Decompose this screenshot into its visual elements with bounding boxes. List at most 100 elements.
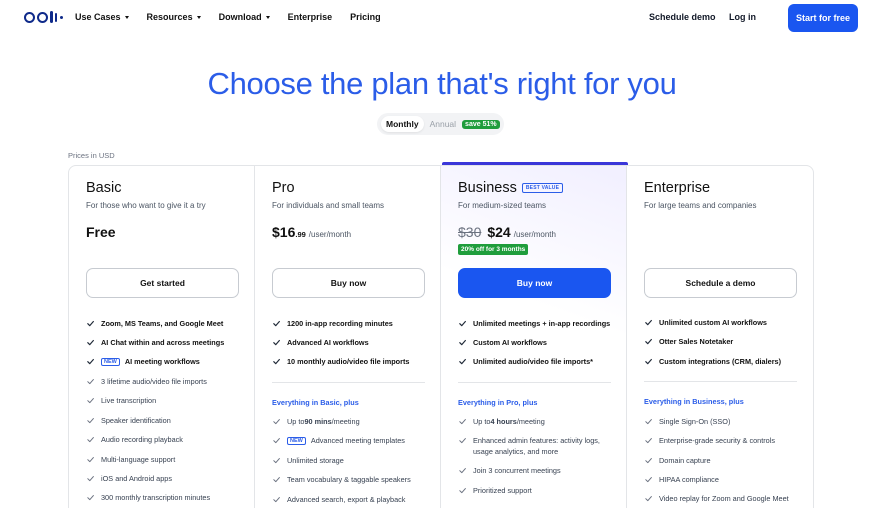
prices-note: Prices in USD	[68, 151, 115, 160]
feature-item: NEW AI meeting workflows	[86, 357, 200, 366]
plan-card-business: Business BEST VALUE For medium-sized team…	[441, 166, 627, 508]
plan-desc: For large teams and companies	[644, 201, 757, 210]
plan-desc: For medium-sized teams	[458, 201, 547, 210]
check-icon	[86, 396, 95, 405]
feature-item: Advanced search, export & playback	[272, 495, 405, 504]
new-badge: NEW	[101, 357, 120, 366]
plan-card-pro: Pro For individuals and small teams $16.…	[255, 166, 441, 508]
feature-item: Prioritized support	[458, 486, 532, 495]
feature-item: Single Sign-On (SSO)	[644, 417, 730, 426]
feature-item: Custom integrations (CRM, dialers)	[644, 357, 781, 366]
check-icon	[458, 417, 467, 426]
toggle-monthly[interactable]: Monthly	[381, 116, 424, 132]
plan-card-basic: Basic For those who want to give it a tr…	[69, 166, 255, 508]
check-icon	[644, 475, 653, 484]
feature-item: NEW Advanced meeting templates	[272, 436, 405, 445]
check-icon	[86, 474, 95, 483]
save-badge: save 51%	[462, 119, 500, 129]
best-value-badge: BEST VALUE	[521, 183, 564, 193]
feature-item: Domain capture	[644, 456, 711, 465]
new-badge: NEW	[287, 436, 306, 445]
billing-toggle[interactable]: Monthly Annual save 51%	[377, 113, 504, 135]
check-icon	[272, 357, 281, 366]
schedule-demo-link[interactable]: Schedule demo	[649, 12, 716, 22]
top-nav: Use Cases Resources Download Enterprise …	[0, 0, 884, 36]
feature-item: Team vocabulary & taggable speakers	[272, 475, 411, 484]
buy-now-button[interactable]: Buy now	[458, 268, 611, 298]
chevron-down-icon	[265, 15, 270, 19]
page-title: Choose the plan that's right for you	[207, 66, 677, 101]
check-icon	[86, 319, 95, 328]
plan-name: Enterprise	[644, 180, 711, 196]
log-in-link[interactable]: Log in	[729, 12, 756, 22]
plan-name: Basic	[86, 180, 122, 196]
toggle-annual[interactable]: Annual	[428, 119, 458, 129]
check-icon	[86, 338, 95, 347]
check-icon	[644, 436, 653, 445]
section-heading: Everything in Business, plus	[644, 397, 744, 406]
check-icon	[86, 377, 95, 386]
check-icon	[458, 466, 467, 475]
plan-price: Free	[86, 224, 116, 240]
check-icon	[458, 357, 467, 366]
check-icon	[644, 318, 653, 327]
nav-menu: Use Cases Resources Download Enterprise …	[75, 12, 399, 22]
check-icon	[644, 494, 653, 503]
feature-item: Otter Sales Notetaker	[644, 337, 733, 346]
check-icon	[86, 416, 95, 425]
section-heading: Everything in Basic, plus	[272, 398, 359, 407]
plan-price: $30 $24/user/month	[458, 224, 556, 240]
buy-now-button[interactable]: Buy now	[272, 268, 425, 298]
nav-pricing[interactable]: Pricing	[350, 12, 381, 22]
feature-item: Unlimited storage	[272, 456, 344, 465]
feature-item: Unlimited audio/video file imports*	[458, 357, 593, 366]
nav-enterprise[interactable]: Enterprise	[288, 12, 333, 22]
start-for-free-button[interactable]: Start for free	[788, 4, 858, 32]
divider	[458, 382, 611, 383]
feature-item: Custom AI workflows	[458, 338, 547, 347]
check-icon	[272, 456, 281, 465]
discount-badge: 20% off for 3 months	[458, 244, 529, 255]
check-icon	[86, 455, 95, 464]
check-icon	[458, 436, 467, 445]
feature-item: Enhanced admin features: activity logs, …	[458, 435, 613, 457]
plan-name: Business BEST VALUE	[458, 180, 564, 196]
nav-resources[interactable]: Resources	[147, 12, 201, 22]
check-icon	[272, 417, 281, 426]
nav-use-cases[interactable]: Use Cases	[75, 12, 129, 22]
check-icon	[644, 417, 653, 426]
feature-item: Video replay for Zoom and Google Meet	[644, 494, 789, 503]
schedule-a-demo-button[interactable]: Schedule a demo	[644, 268, 797, 298]
feature-item: Multi-language support	[86, 455, 175, 464]
feature-item: Up to 4 hours/meeting	[458, 417, 545, 426]
plan-name: Pro	[272, 180, 295, 196]
feature-item: Speaker identification	[86, 416, 171, 425]
otter-logo-icon[interactable]	[24, 11, 64, 23]
get-started-button[interactable]: Get started	[86, 268, 239, 298]
check-icon	[458, 319, 467, 328]
check-icon	[272, 338, 281, 347]
divider	[272, 382, 425, 383]
check-icon	[272, 319, 281, 328]
plan-desc: For individuals and small teams	[272, 201, 385, 210]
check-icon	[458, 486, 467, 495]
check-icon	[86, 435, 95, 444]
feature-item: 10 monthly audio/video file imports	[272, 357, 409, 366]
feature-item: Join 3 concurrent meetings	[458, 466, 561, 475]
check-icon	[458, 338, 467, 347]
plan-card-enterprise: Enterprise For large teams and companies…	[627, 166, 813, 508]
feature-item: Advanced AI workflows	[272, 338, 369, 347]
pricing-cards: Basic For those who want to give it a tr…	[68, 165, 814, 508]
nav-download[interactable]: Download	[219, 12, 270, 22]
feature-item: Zoom, MS Teams, and Google Meet	[86, 319, 223, 328]
chevron-down-icon	[196, 15, 201, 19]
check-icon	[644, 456, 653, 465]
old-price: $30	[458, 224, 482, 240]
feature-item: 1200 in-app recording minutes	[272, 319, 393, 328]
check-icon	[644, 337, 653, 346]
feature-item: HIPAA compliance	[644, 475, 719, 484]
check-icon	[272, 436, 281, 445]
feature-item: 3 lifetime audio/video file imports	[86, 377, 207, 386]
feature-item: Up to 90 mins/meeting	[272, 417, 360, 426]
check-icon	[272, 475, 281, 484]
